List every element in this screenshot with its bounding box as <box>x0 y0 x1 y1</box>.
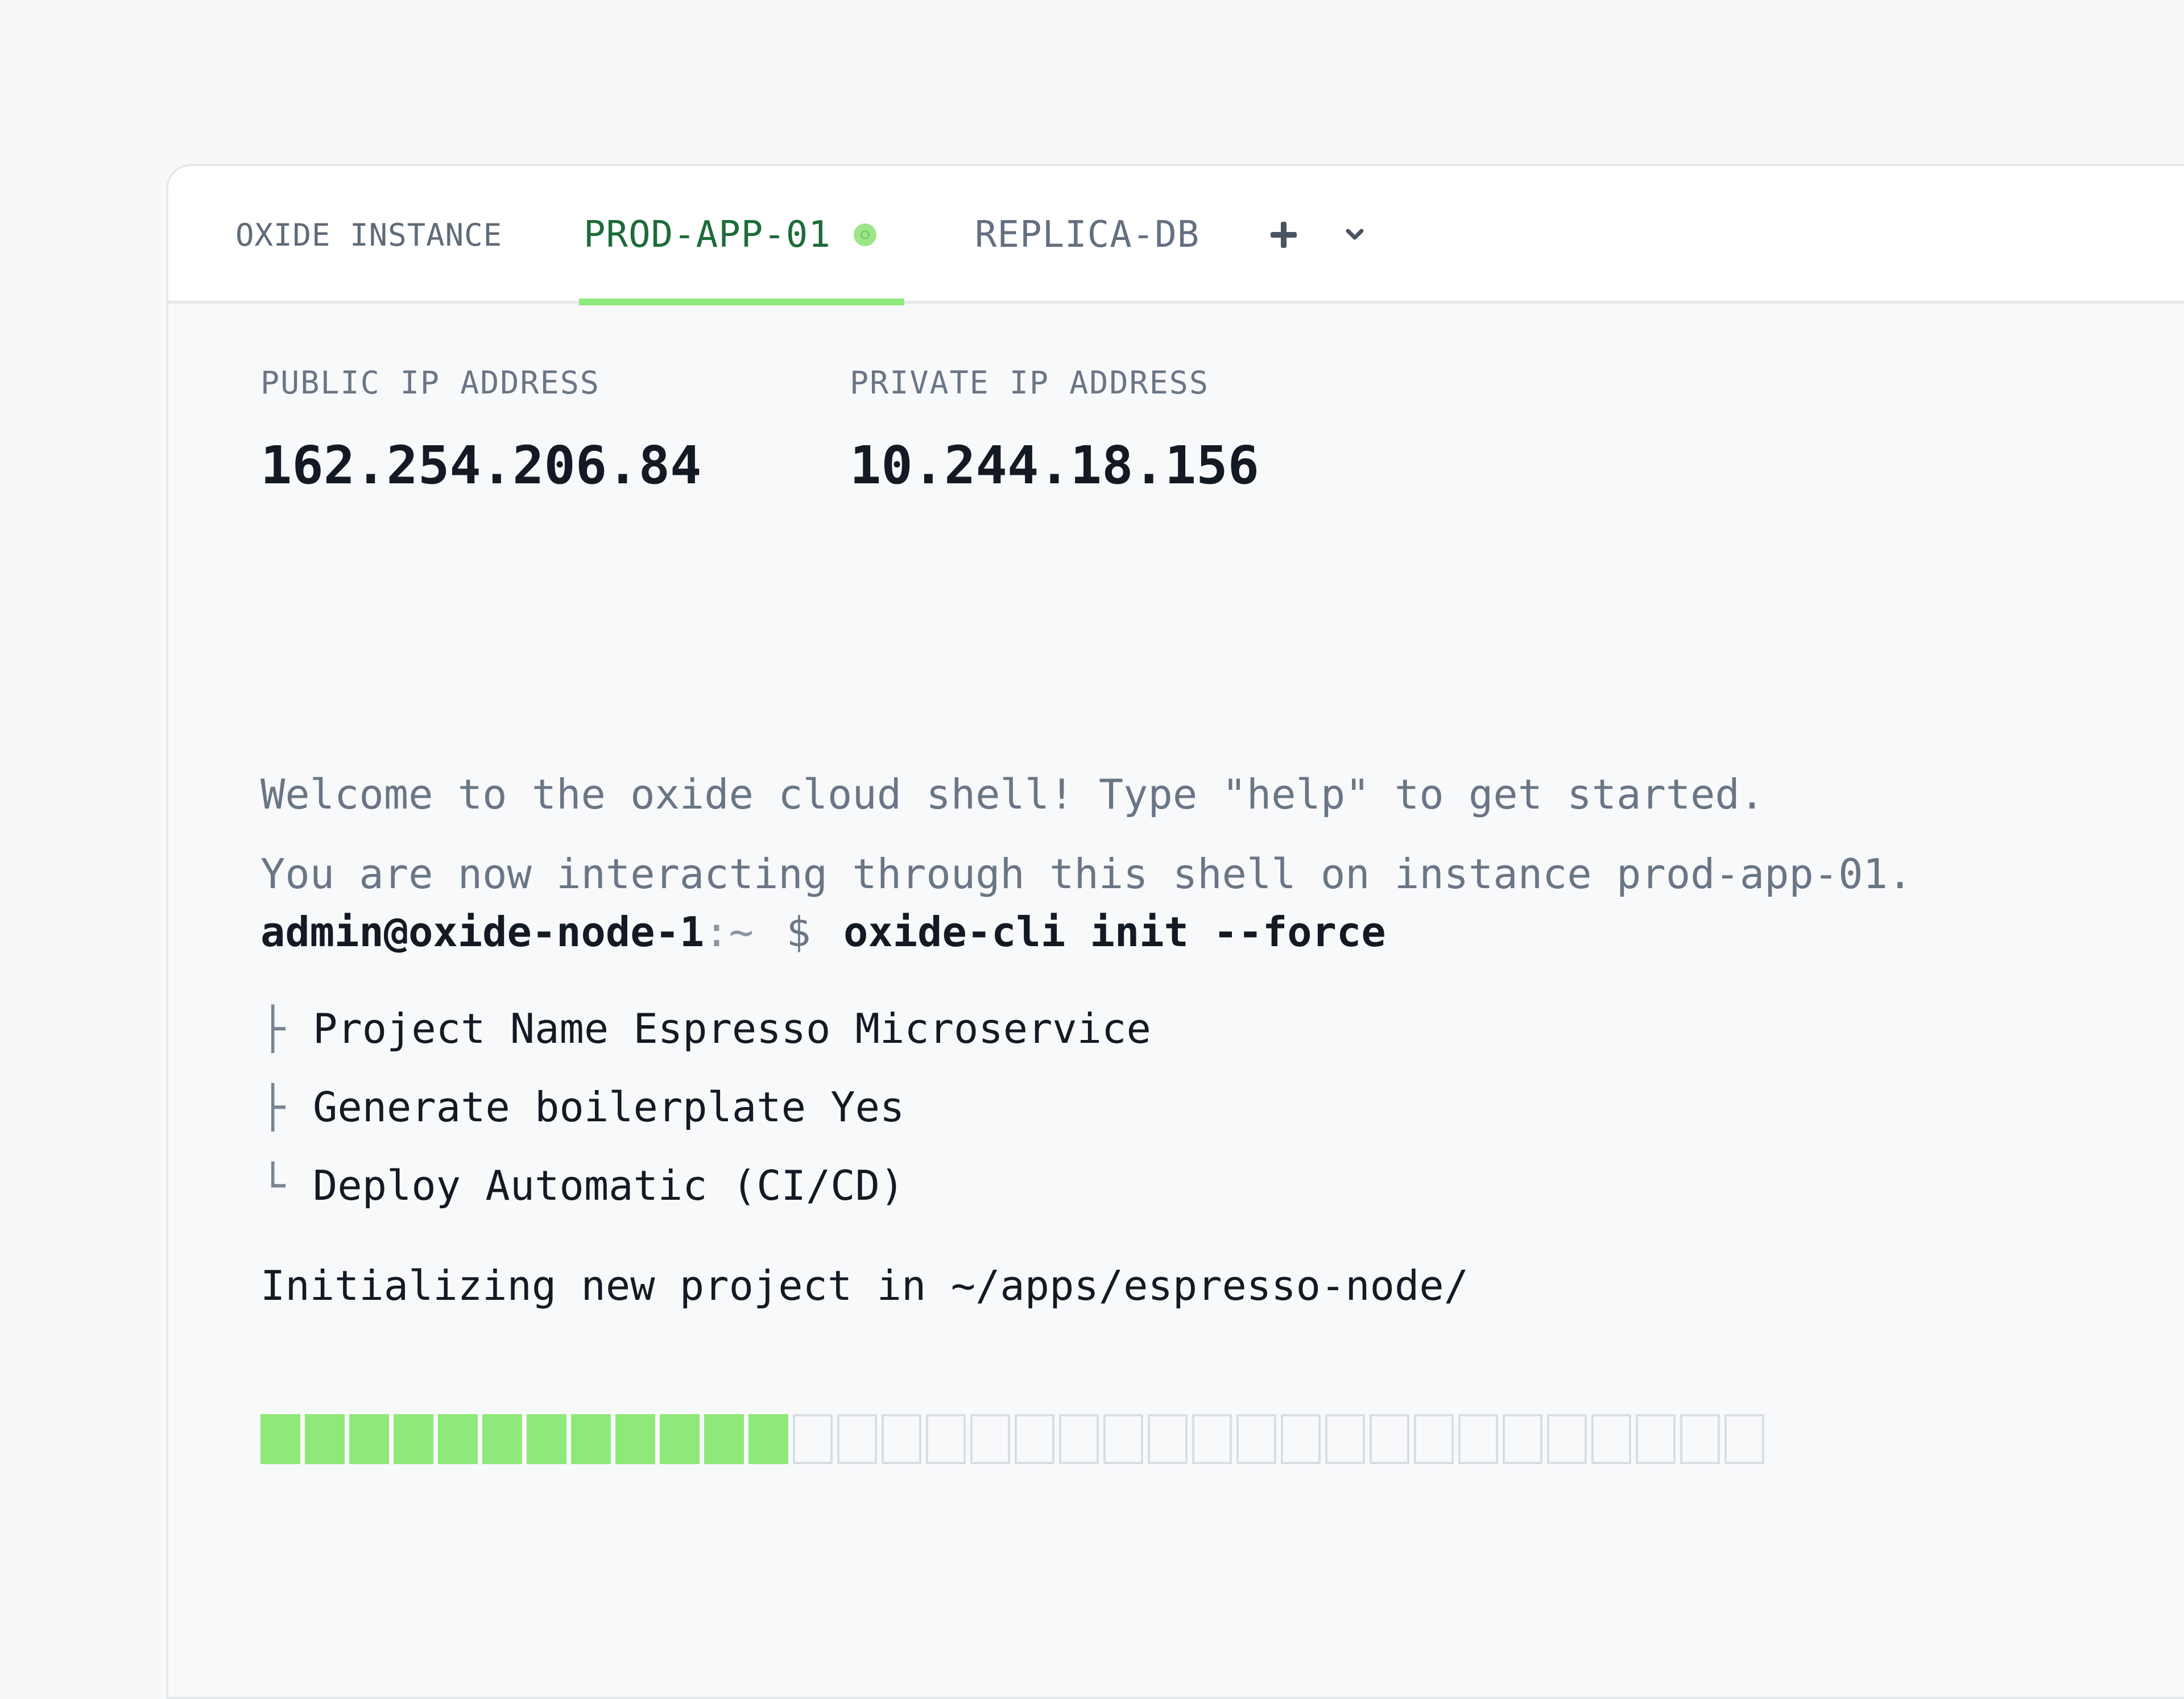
progress-cell-empty <box>1547 1414 1587 1464</box>
public-ip-value: 162.254.206.84 <box>260 435 702 496</box>
progress-cell-empty <box>837 1414 877 1464</box>
chevron-down-icon <box>1346 229 1364 240</box>
tree-end-glyph: └ <box>260 1162 286 1209</box>
progress-cell-empty <box>970 1414 1010 1464</box>
progress-cell-empty <box>882 1414 921 1464</box>
tree-item: └ Deploy Automatic (CI/CD) <box>260 1146 1151 1225</box>
progress-cell-empty <box>1281 1414 1321 1464</box>
public-ip-label: PUBLIC IP ADDRESS <box>260 364 600 401</box>
tab-label: REPLICA-DB <box>975 214 1200 256</box>
progress-cell-filled <box>660 1414 700 1464</box>
shell-content[interactable]: PUBLIC IP ADDRESS 162.254.206.84 PRIVATE… <box>260 304 2184 1697</box>
progress-cell-empty <box>1236 1414 1276 1464</box>
progress-cell-filled <box>394 1414 433 1464</box>
prompt-path: :~ <box>704 908 754 956</box>
progress-cell-empty <box>1414 1414 1454 1464</box>
progress-cell-empty <box>1192 1414 1232 1464</box>
progress-cell-empty <box>793 1414 833 1464</box>
progress-cell-filled <box>482 1414 522 1464</box>
tab-bar: OXIDE INSTANCE PROD-APP-01 REPLICA-DB <box>168 166 2184 305</box>
tree-item: ├ Generate boilerplate Yes <box>260 1068 1151 1146</box>
tree-item-text: Generate boilerplate Yes <box>313 1083 905 1131</box>
tab-label: PROD-APP-01 <box>584 214 831 256</box>
progress-cell-filled <box>349 1414 389 1464</box>
tab-replica-db[interactable]: REPLICA-DB <box>975 166 1199 304</box>
init-status-message: Initializing new project in ~/apps/espre… <box>260 1262 1469 1310</box>
welcome-line: You are now interacting through this she… <box>260 850 1913 898</box>
progress-cell-filled <box>260 1414 300 1464</box>
progress-cell-empty <box>1680 1414 1720 1464</box>
tree-item-text: Deploy Automatic (CI/CD) <box>313 1162 905 1209</box>
progress-cell-empty <box>1059 1414 1099 1464</box>
progress-cell-filled <box>571 1414 611 1464</box>
progress-cell-empty <box>1591 1414 1631 1464</box>
tab-menu-button[interactable] <box>1345 166 1365 304</box>
tree-item-text: Project Name Espresso Microservice <box>313 1005 1151 1052</box>
plus-icon <box>1271 222 1297 248</box>
progress-cell-empty <box>1015 1414 1054 1464</box>
progress-cell-empty <box>1503 1414 1542 1464</box>
progress-bar <box>260 1414 1769 1464</box>
progress-cell-filled <box>615 1414 655 1464</box>
progress-cell-empty <box>1370 1414 1409 1464</box>
prompt-symbol: $ <box>786 908 811 956</box>
progress-cell-filled <box>438 1414 478 1464</box>
terminal-window: OXIDE INSTANCE PROD-APP-01 REPLICA-DB PU… <box>166 164 2184 1699</box>
command-prompt: admin@oxide-node-1:~ $ oxide-cli init --… <box>260 906 1386 958</box>
command-text: oxide-cli init --force <box>843 908 1386 956</box>
tree-item: ├ Project Name Espresso Microservice <box>260 989 1151 1068</box>
progress-cell-empty <box>1724 1414 1764 1464</box>
tab-label: OXIDE INSTANCE <box>235 217 503 253</box>
add-tab-button[interactable] <box>1269 166 1298 304</box>
progress-cell-empty <box>1458 1414 1498 1464</box>
progress-cell-filled <box>527 1414 566 1464</box>
welcome-line: Welcome to the oxide cloud shell! Type "… <box>260 770 1765 818</box>
tree-branch-glyph: ├ <box>260 1083 286 1131</box>
progress-cell-empty <box>1325 1414 1365 1464</box>
private-ip-value: 10.244.18.156 <box>850 435 1260 496</box>
tab-oxide-instance[interactable]: OXIDE INSTANCE <box>235 166 502 304</box>
progress-cell-empty <box>926 1414 966 1464</box>
welcome-message: Welcome to the oxide cloud shell! Type "… <box>260 755 1912 914</box>
progress-cell-filled <box>704 1414 744 1464</box>
progress-cell-empty <box>1103 1414 1143 1464</box>
status-online-icon <box>853 223 876 246</box>
tab-prod-app-01[interactable]: PROD-APP-01 <box>584 166 876 304</box>
progress-cell-empty <box>1148 1414 1188 1464</box>
private-ip-label: PRIVATE IP ADDRESS <box>850 364 1210 401</box>
progress-cell-empty <box>1636 1414 1676 1464</box>
tree-branch-glyph: ├ <box>260 1005 286 1052</box>
prompt-user-host: admin@oxide-node-1 <box>260 908 705 956</box>
init-options-tree: ├ Project Name Espresso Microservice ├ G… <box>260 989 1151 1225</box>
progress-cell-filled <box>748 1414 788 1464</box>
progress-cell-filled <box>305 1414 345 1464</box>
